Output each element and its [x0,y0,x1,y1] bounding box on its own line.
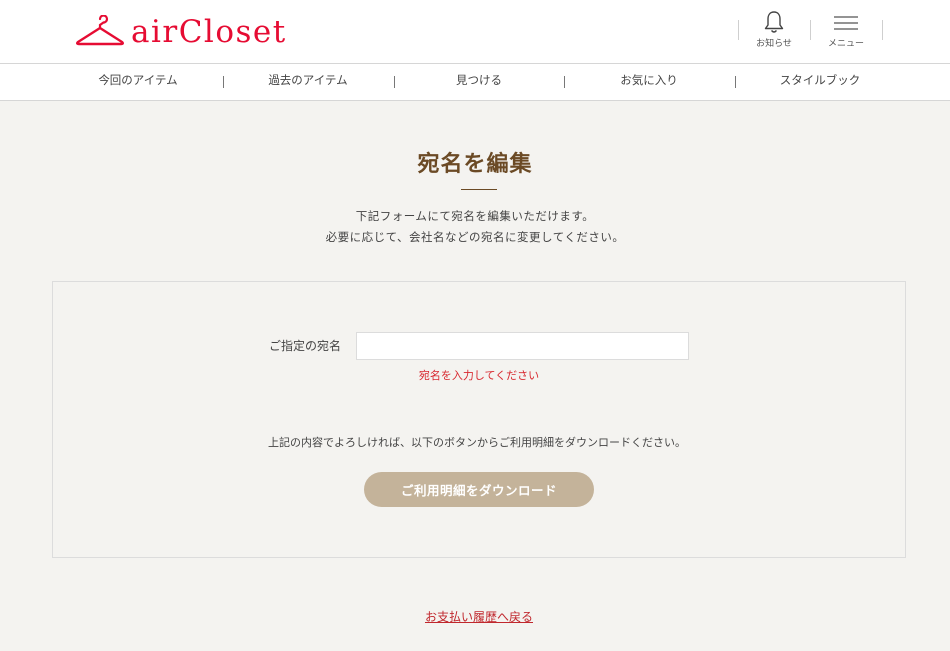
page-title: 宛名を編集 [417,152,533,177]
nav-item-stylebook[interactable]: スタイルブック [735,64,905,100]
address-name-form [52,281,906,558]
hanger-icon [76,15,124,46]
back-to-payment-history-link[interactable]: お支払い履歴へ戻る [0,608,950,625]
recipient-name-error: 宛名を入力してください [418,369,540,382]
menu-label: メニュー [827,39,864,49]
brand-logo[interactable]: airCloset [75,12,287,52]
title-underline [461,189,497,190]
nav-item-current-items[interactable]: 今回のアイテム [53,64,223,100]
menu-button[interactable]: メニュー [816,10,876,54]
notifications-label: お知らせ [756,39,792,49]
notifications-button[interactable]: お知らせ [744,10,804,54]
page-description-line2: 必要に応じて、会社名などの宛名に変更してください。 [325,230,625,244]
main-nav: 今回のアイテム 過去のアイテム 見つける お気に入り スタイルブック [0,64,950,101]
header-divider [738,20,739,40]
bell-icon [764,11,784,33]
header-divider [882,20,883,40]
download-statement-button[interactable]: ご利用明細をダウンロード [364,472,594,507]
hamburger-menu-icon [834,16,858,30]
nav-item-discover[interactable]: 見つける [394,64,564,100]
recipient-name-input[interactable] [356,332,689,360]
header-divider [810,20,811,40]
nav-item-past-items[interactable]: 過去のアイテム [223,64,393,100]
nav-item-favorites[interactable]: お気に入り [564,64,734,100]
recipient-name-label: ご指定の宛名 [269,339,342,353]
page-description-line1: 下記フォームにて宛名を編集いただけます。 [355,209,595,223]
site-header: airCloset お知らせ メニュー [0,0,950,64]
brand-name: airCloset [131,14,287,50]
confirm-instructions: 上記の内容でよろしければ、以下のボタンからご利用明細をダウンロードください。 [268,436,686,449]
